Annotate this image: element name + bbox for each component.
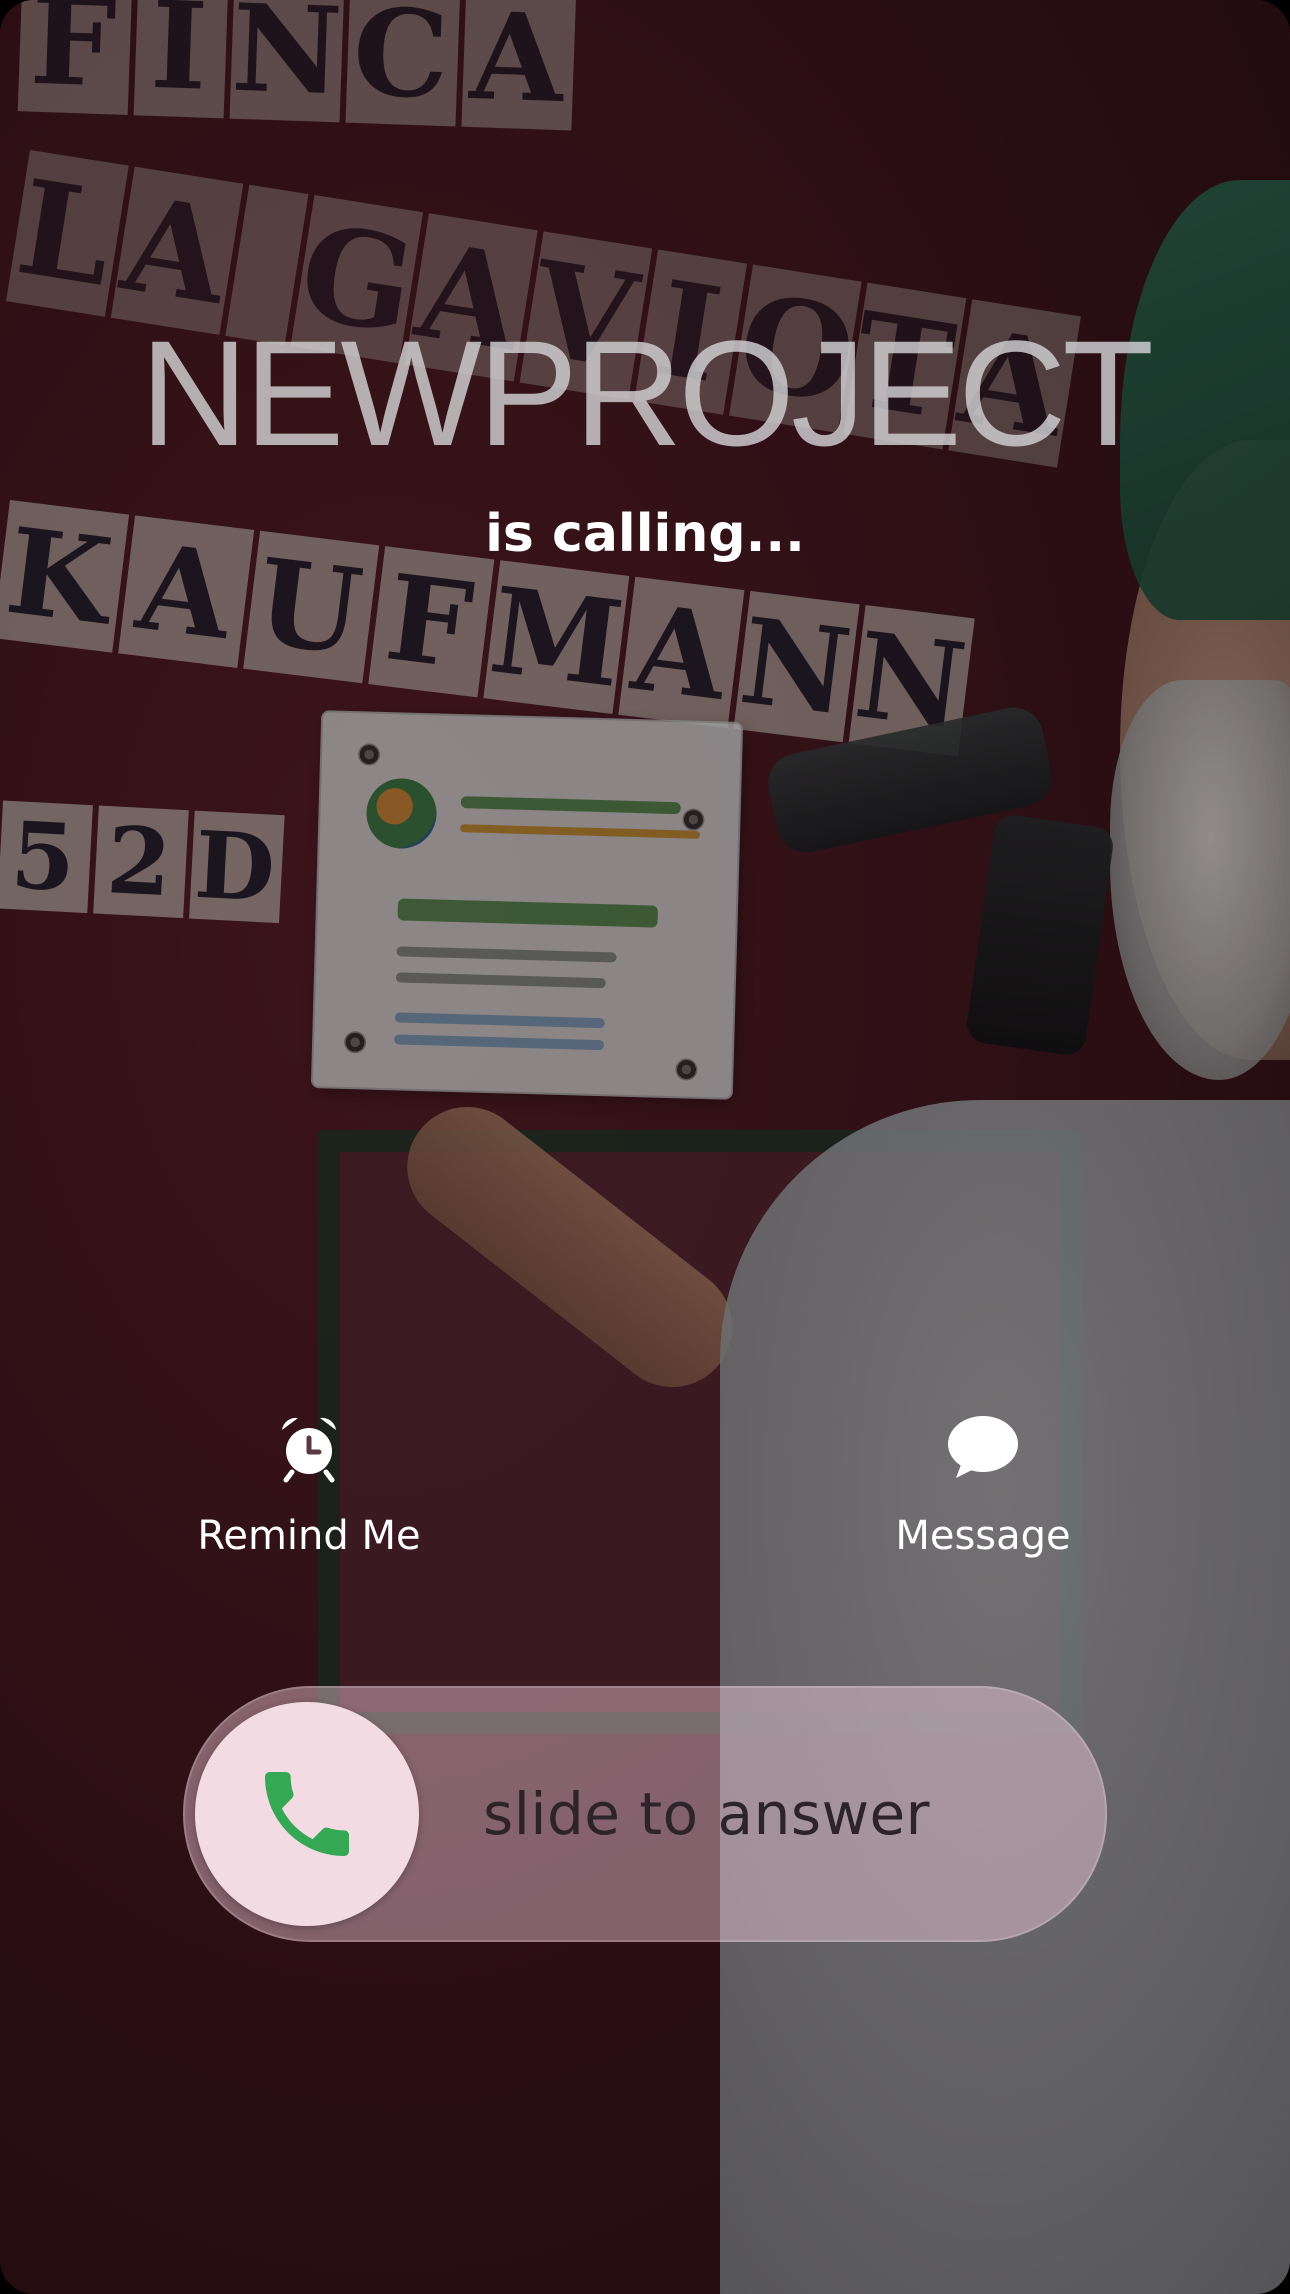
incoming-call-screen: FINCA LA GAVIOTA KAUFMANN 52D NEWPROJECT… <box>0 0 1290 2294</box>
message-label: Message <box>895 1513 1071 1559</box>
message-button[interactable]: Message <box>813 1410 1153 1560</box>
remind-me-label: Remind Me <box>197 1513 421 1559</box>
remind-me-button[interactable]: Remind Me <box>139 1410 479 1560</box>
alarm-clock-icon <box>272 1410 346 1484</box>
answer-knob[interactable] <box>195 1702 419 1926</box>
caller-name: NEWPROJECT <box>140 309 1154 477</box>
slide-to-answer-track[interactable]: slide to answer <box>183 1686 1107 1942</box>
phone-handset-icon <box>265 1772 349 1856</box>
chat-bubble-icon <box>946 1410 1020 1484</box>
call-status: is calling... <box>485 504 805 564</box>
slide-to-answer-label: slide to answer <box>483 1780 931 1848</box>
